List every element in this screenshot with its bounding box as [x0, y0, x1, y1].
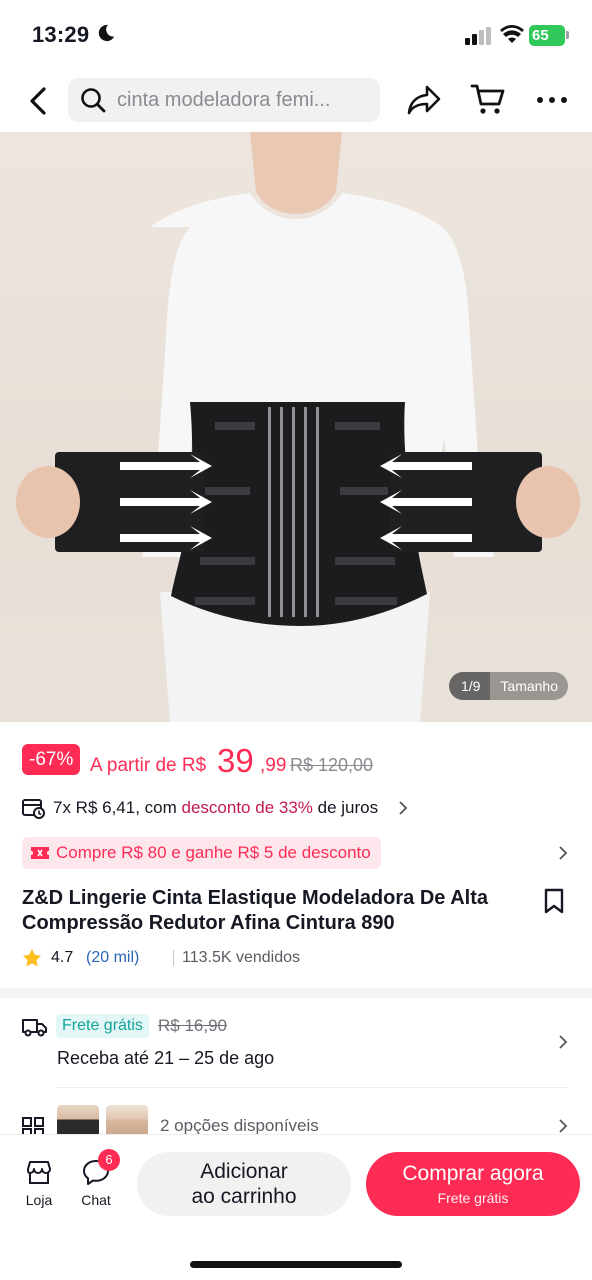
discount-badge: -67%: [22, 744, 81, 775]
image-index: 1/9: [448, 672, 491, 700]
battery-tip: [566, 31, 569, 39]
chevron-right-icon[interactable]: [558, 846, 568, 860]
promo-banner[interactable]: Compre R$ 80 e ganhe R$ 5 de desconto: [22, 837, 381, 869]
search-bar[interactable]: cinta modeladora femi...: [68, 78, 380, 122]
product-photo: [16, 132, 580, 722]
status-time: 13:29: [32, 22, 90, 47]
option-thumbnail-black[interactable]: [57, 1105, 99, 1137]
add-to-cart-line2: ao carrinho: [191, 1185, 297, 1208]
share-icon[interactable]: [406, 83, 442, 117]
price-row: -67% A partir de R$ 39 ,99 R$ 120,00: [22, 742, 582, 779]
search-placeholder: cinta modeladora femi...: [117, 89, 331, 111]
free-shipping-badge: Frete grátis: [56, 1014, 149, 1038]
bookmark-icon[interactable]: [543, 888, 565, 914]
star-icon: [23, 949, 41, 967]
installment-prefix: 7x R$ 6,41, com: [53, 798, 182, 817]
battery-level: 65: [529, 25, 565, 46]
chat-button[interactable]: 6 Chat: [78, 1149, 120, 1208]
rating-score: 4.7: [51, 949, 74, 966]
store-icon: [27, 1161, 51, 1184]
chat-label: Chat: [81, 1192, 111, 1208]
store-button[interactable]: Loja: [22, 1159, 56, 1208]
price-integer: 39: [217, 742, 254, 779]
chevron-right-icon[interactable]: [558, 1119, 568, 1133]
add-to-cart-line1: Adicionar: [200, 1160, 288, 1183]
chevron-right-icon: [399, 801, 408, 815]
signal-icon: [465, 27, 491, 45]
buy-now-label: Comprar agora: [402, 1162, 544, 1185]
store-label: Loja: [25, 1192, 53, 1208]
chat-badge: 6: [98, 1149, 120, 1171]
moon-icon: [98, 24, 115, 42]
installment-discount: desconto de 33%: [181, 798, 313, 817]
top-navigation: cinta modeladora femi...: [0, 70, 592, 132]
chevron-right-icon[interactable]: [558, 1035, 568, 1049]
section-divider: [0, 988, 592, 998]
promo-text: Compre R$ 80 e ganhe R$ 5 de desconto: [56, 843, 371, 862]
size-tab[interactable]: Tamanho: [490, 678, 568, 694]
price-from-label: A partir de R$: [90, 755, 207, 776]
product-title: Z&D Lingerie Cinta Elastique Modeladora …: [22, 887, 488, 934]
bottom-action-bar: Loja 6 Chat Adicionar ao carrinho Compra…: [0, 1134, 592, 1280]
truck-icon: [22, 1019, 47, 1037]
wifi-icon: [500, 25, 524, 43]
original-price: R$ 120,00: [290, 755, 374, 775]
more-icon[interactable]: [536, 96, 568, 104]
image-counter[interactable]: 1/9 Tamanho: [448, 672, 568, 700]
coupon-icon: [31, 847, 49, 859]
installment-icon: [22, 799, 45, 819]
product-image-gallery[interactable]: 1/9 Tamanho: [0, 132, 592, 722]
option-thumbnail-beige[interactable]: [106, 1105, 148, 1137]
sold-count: 113.5K vendidos: [182, 949, 301, 966]
delivery-estimate[interactable]: Receba até 21 – 25 de ago: [57, 1048, 274, 1069]
rating-row[interactable]: 4.7 (20 mil) 113.5K vendidos: [22, 946, 422, 970]
buy-now-subtitle: Frete grátis: [437, 1190, 509, 1206]
home-indicator: [190, 1261, 402, 1268]
add-to-cart-button[interactable]: Adicionar ao carrinho: [137, 1152, 351, 1216]
back-icon[interactable]: [22, 84, 56, 118]
price-cents: ,99: [260, 755, 287, 776]
buy-now-button[interactable]: Comprar agora Frete grátis: [366, 1152, 580, 1216]
divider: [173, 950, 174, 966]
cart-icon[interactable]: [470, 82, 506, 116]
row-divider: [56, 1087, 568, 1088]
shipping-old-price: R$ 16,90: [158, 1016, 227, 1035]
installment-row[interactable]: 7x R$ 6,41, com desconto de 33% de juros: [22, 796, 422, 820]
review-count[interactable]: (20 mil): [86, 949, 139, 967]
installment-suffix: de juros: [312, 798, 379, 817]
options-available[interactable]: 2 opções disponíveis: [160, 1116, 319, 1136]
status-bar: 13:29 65: [0, 0, 592, 70]
search-icon: [81, 88, 106, 113]
